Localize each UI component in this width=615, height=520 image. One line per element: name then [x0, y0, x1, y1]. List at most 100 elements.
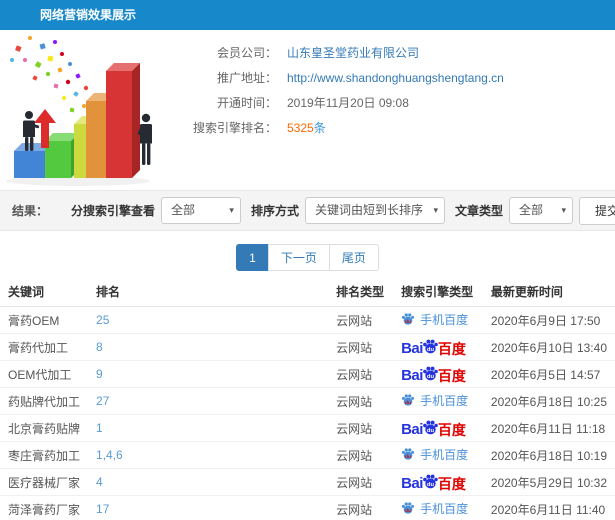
mobile-baidu-label: 手机百度 [420, 447, 469, 462]
table-row: 膏药OEM 25 云网站 du 手机百度 2020年6月9日 17:50 [0, 306, 615, 334]
engine-cell: du 手机百度 [393, 387, 483, 415]
svg-text:du: du [405, 319, 411, 325]
engine-filter-value: 全部 [170, 203, 195, 217]
mobile-baidu-logo: du 手机百度 [401, 500, 468, 517]
baidu-logo: Bai du 百度 [401, 339, 466, 357]
rank-type-cell: 云网站 [328, 441, 394, 469]
svg-text:du: du [427, 347, 435, 353]
promo-url-link[interactable]: http://www.shandonghuangshengtang.cn [287, 71, 504, 85]
table-row: 菏泽膏药厂家 17 云网站 du 手机百度 2020年6月11日 11:40 [0, 495, 615, 520]
svg-text:du: du [427, 482, 435, 488]
baidu-logo: Bai du 百度 [401, 420, 466, 438]
rank-type-cell: 云网站 [328, 414, 394, 442]
rank-link[interactable]: 27 [88, 387, 329, 415]
rank-type-cell: 云网站 [328, 495, 394, 520]
article-type-select[interactable]: 全部 [508, 197, 573, 224]
svg-text:du: du [405, 454, 411, 460]
rank-link[interactable]: 1,4,6 [88, 441, 329, 469]
engine-cell: Bai du 百度 [393, 333, 483, 361]
open-time-value: 2019年11月20日 09:08 [287, 96, 409, 110]
table-header-row: 关键词 排名 排名类型 搜索引擎类型 最新更新时间 [0, 277, 615, 307]
engine-cell: du 手机百度 [393, 441, 483, 469]
rank-count-value: 5325 [287, 121, 314, 135]
header-engine-type: 搜索引擎类型 [393, 277, 483, 307]
bar-red [106, 63, 140, 178]
info-section: 会员公司： 山东皇圣堂药业有限公司 推广地址： http://www.shand… [0, 30, 615, 190]
rank-link[interactable]: 25 [88, 306, 329, 334]
page-title: 网络营销效果展示 [40, 8, 137, 22]
baidu-logo: Bai du 百度 [401, 474, 466, 492]
member-info-fields: 会员公司： 山东皇圣堂药业有限公司 推广地址： http://www.shand… [185, 30, 504, 190]
keyword-ranking-table: 关键词 排名 排名类型 搜索引擎类型 最新更新时间 膏药OEM 25 云网站 d… [0, 277, 615, 520]
baidu-paw-icon: du [423, 366, 438, 381]
rank-link[interactable]: 9 [88, 360, 329, 388]
table-row: 药贴牌代加工 27 云网站 du 手机百度 2020年6月18日 10:25 [0, 387, 615, 415]
company-label: 会员公司： [216, 46, 277, 60]
engine-cell: Bai du 百度 [393, 414, 483, 442]
sort-filter-select[interactable]: 关键词由短到长排序 [304, 197, 445, 224]
table-row: 膏药代加工 8 云网站 Bai du 百度 2020年6月10日 13:40 [0, 333, 615, 361]
svg-text:du: du [405, 400, 411, 406]
keyword-cell: 医疗器械厂家 [0, 468, 89, 496]
baidu-paw-icon: du [423, 474, 438, 489]
baidu-paw-icon: du [401, 313, 415, 325]
baidu-logo: Bai du 百度 [401, 366, 466, 384]
header-updated: 最新更新时间 [482, 277, 615, 307]
updated-time-cell: 2020年6月18日 10:19 [482, 441, 615, 469]
page-title-bar: 网络营销效果展示 [0, 0, 615, 30]
rank-link[interactable]: 17 [88, 495, 329, 520]
table-row: OEM代加工 9 云网站 Bai du 百度 2020年6月5日 14:57 [0, 360, 615, 388]
mobile-baidu-label: 手机百度 [420, 501, 469, 516]
rank-link[interactable]: 8 [88, 333, 329, 361]
mobile-baidu-logo: du 手机百度 [401, 392, 468, 409]
info-row-url: 推广地址： http://www.shandonghuangshengtang.… [185, 65, 504, 90]
promo-url-label: 推广地址： [216, 71, 277, 85]
updated-time-cell: 2020年6月10日 13:40 [482, 333, 615, 361]
keyword-cell: 膏药代加工 [0, 333, 89, 361]
updated-time-cell: 2020年6月9日 17:50 [482, 306, 615, 334]
mobile-baidu-label: 手机百度 [420, 312, 469, 327]
keyword-cell: 膏药OEM [0, 306, 89, 334]
header-rank-type: 排名类型 [328, 277, 394, 307]
page-button-next[interactable]: 下一页 [267, 244, 330, 271]
header-rank: 排名 [88, 277, 329, 307]
rank-link[interactable]: 1 [88, 414, 329, 442]
svg-text:du: du [427, 374, 435, 380]
table-row: 医疗器械厂家 4 云网站 Bai du 百度 2020年5月29日 10:32 [0, 468, 615, 496]
updated-time-cell: 2020年6月18日 10:25 [482, 387, 615, 415]
engine-filter-select[interactable]: 全部 [160, 197, 241, 224]
rank-type-cell: 云网站 [328, 387, 394, 415]
baidu-paw-icon: du [401, 502, 415, 514]
info-row-rank-count: 搜索引擎排名： 5325条 [185, 115, 504, 140]
keyword-cell: 药贴牌代加工 [0, 387, 89, 415]
baidu-paw-icon: du [401, 394, 415, 406]
page-button-last[interactable]: 尾页 [328, 244, 379, 271]
rank-type-cell: 云网站 [328, 333, 394, 361]
updated-time-cell: 2020年5月29日 10:32 [482, 468, 615, 496]
rank-link[interactable]: 4 [88, 468, 329, 496]
engine-cell: Bai du 百度 [393, 360, 483, 388]
keyword-cell: 北京膏药贴牌 [0, 414, 89, 442]
keyword-cell: 枣庄膏药加工 [0, 441, 89, 469]
pagination: 1 下一页 尾页 [0, 244, 615, 271]
baidu-paw-icon: du [423, 420, 438, 435]
header-keyword: 关键词 [0, 277, 89, 307]
rank-type-cell: 云网站 [328, 468, 394, 496]
info-row-opened: 开通时间： 2019年11月20日 09:08 [185, 90, 504, 115]
sort-filter-label: 排序方式 [250, 204, 299, 218]
company-link[interactable]: 山东皇圣堂药业有限公司 [287, 46, 419, 60]
growth-chart-illustration [6, 36, 152, 186]
svg-text:du: du [427, 428, 435, 434]
rank-count-label: 搜索引擎排名： [192, 121, 277, 135]
keyword-cell: OEM代加工 [0, 360, 89, 388]
submit-button[interactable]: 提交 [578, 196, 615, 225]
engine-cell: du 手机百度 [393, 306, 483, 334]
table-row: 北京膏药贴牌 1 云网站 Bai du 百度 2020年6月11日 11:18 [0, 414, 615, 442]
table-row: 枣庄膏药加工 1,4,6 云网站 du 手机百度 2020年6月18日 10:1… [0, 441, 615, 469]
updated-time-cell: 2020年6月11日 11:18 [482, 414, 615, 442]
baidu-paw-icon: du [401, 448, 415, 460]
rank-type-cell: 云网站 [328, 360, 394, 388]
page-button-current[interactable]: 1 [236, 244, 269, 271]
svg-text:du: du [405, 508, 411, 514]
updated-time-cell: 2020年6月11日 11:40 [482, 495, 615, 520]
